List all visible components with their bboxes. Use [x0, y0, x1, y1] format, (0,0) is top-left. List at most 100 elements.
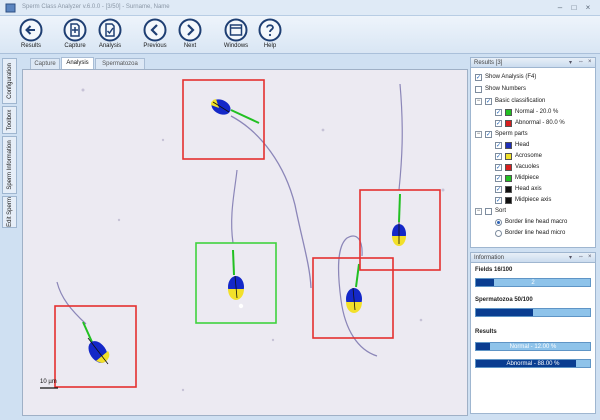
results-panel-title: Results [3]	[474, 60, 503, 66]
checkbox-checked[interactable]: ✓	[495, 164, 502, 171]
midpiece-axis-color-swatch	[505, 197, 512, 204]
abnormal-results-value: Abnormal - 88.00 %	[506, 361, 560, 367]
checkbox-checked[interactable]: ✓	[485, 131, 492, 138]
next-button[interactable]: Next	[168, 18, 212, 53]
side-tab-toolbox[interactable]: Toolbox	[2, 106, 17, 134]
analysis-button[interactable]: Analysis	[88, 18, 132, 53]
spermatozoa-progress-fill	[476, 309, 533, 316]
normal-label: Normal - 20.0 %	[515, 109, 559, 115]
close-icon[interactable]: ×	[588, 59, 592, 65]
capture-icon	[63, 18, 87, 42]
window-icon	[224, 18, 248, 42]
spermatozoa-label: Spermatozoa 50/100	[475, 297, 533, 303]
pin-icon[interactable]: ▾	[569, 254, 572, 261]
information-panel-title: Information	[474, 255, 505, 261]
part-label: Acrosome	[515, 153, 543, 159]
normal-results-bar: Normal - 12.00 %	[475, 342, 591, 351]
maximize-button[interactable]: □	[568, 2, 580, 13]
tab-analysis[interactable]: Analysis	[61, 57, 94, 69]
checkbox-unchecked[interactable]	[475, 86, 482, 93]
help-button[interactable]: Help	[248, 18, 292, 53]
side-tab-sperm-information[interactable]: Sperm Information	[2, 136, 17, 194]
fields-progress-bar: 2	[475, 278, 591, 287]
pin-icon[interactable]: ▾	[569, 59, 572, 66]
part-label: Vacuoles	[515, 164, 540, 170]
results-button-label: Results	[20, 43, 41, 49]
minimize-button[interactable]: –	[554, 2, 566, 13]
abnormal-results-bar: Abnormal - 88.00 %	[475, 359, 591, 368]
part-label: Midpiece axis	[515, 197, 552, 203]
scale-bar-label: 10 µm	[40, 379, 57, 385]
checkbox-checked[interactable]: ✓	[495, 153, 502, 160]
side-tab-configuration[interactable]: Configuration	[2, 58, 17, 104]
spermatozoa-progress-bar	[475, 308, 591, 317]
checkbox-checked[interactable]: ✓	[495, 197, 502, 204]
acrosome-color-swatch	[505, 153, 512, 160]
normal-color-swatch	[505, 109, 512, 116]
normal-results-value: Normal - 12.00 %	[509, 344, 557, 350]
basic-classification-label: Basic classification	[495, 98, 546, 104]
tree-collapse-icon[interactable]: −	[475, 98, 482, 105]
results-panel: Results [3] ▾ ⇔ × ✓ Show Analysis (F4) S…	[470, 57, 596, 248]
microscope-image-view[interactable]: 10 µm	[22, 69, 468, 416]
back-arrow-icon	[19, 18, 43, 42]
checkbox-checked[interactable]: ✓	[495, 186, 502, 193]
help-button-label: Help	[263, 43, 277, 49]
results-panel-header: Results [3] ▾ ⇔ ×	[471, 58, 595, 68]
side-tab-label: Configuration	[6, 63, 13, 99]
chevron-left-icon	[143, 18, 167, 42]
analysis-icon	[98, 18, 122, 42]
checkbox-checked[interactable]: ✓	[495, 142, 502, 149]
show-analysis-label: Show Analysis (F4)	[485, 74, 537, 80]
tree-collapse-icon[interactable]: −	[475, 131, 482, 138]
title-bar: Sperm Class Analyzer v.6.0.0 - [3/50] - …	[0, 0, 600, 16]
document-tabs: Capture Analysis Spermatozoa	[22, 57, 468, 69]
information-panel-header: Information ▾ ⇔ ×	[471, 253, 595, 263]
head-axis-color-swatch	[505, 186, 512, 193]
close-button[interactable]: ×	[582, 2, 594, 13]
side-tab-edit-sperm[interactable]: Edit Sperm	[2, 196, 17, 228]
help-icon	[258, 18, 282, 42]
checkbox-checked[interactable]: ✓	[485, 98, 492, 105]
show-numbers-label: Show Numbers	[485, 86, 527, 92]
fields-progress-value: 2	[531, 280, 535, 286]
analysis-button-label: Analysis	[98, 43, 122, 49]
sort-label: Sort	[495, 208, 507, 214]
tree-collapse-icon[interactable]: −	[475, 208, 482, 215]
tab-label: Capture	[34, 61, 56, 67]
radio-selected[interactable]	[495, 219, 502, 226]
tab-label: Analysis	[66, 60, 89, 66]
fields-label: Fields 16/100	[475, 267, 513, 273]
side-tab-label: Sperm Information	[6, 140, 13, 190]
results-button[interactable]: Results	[9, 18, 53, 53]
results-label: Results	[475, 329, 497, 335]
checkbox-checked[interactable]: ✓	[495, 120, 502, 127]
radio-unselected[interactable]	[495, 230, 502, 237]
checkbox-checked[interactable]: ✓	[495, 109, 502, 116]
app-icon	[5, 3, 16, 13]
part-label: Head	[515, 142, 530, 148]
part-label: Head axis	[515, 186, 542, 192]
tab-spermatozoa[interactable]: Spermatozoa	[95, 58, 145, 69]
dock-icon[interactable]: ⇔	[578, 59, 584, 65]
sort-option-label: Border line head macro	[505, 219, 568, 225]
checkbox-unchecked[interactable]	[485, 208, 492, 215]
side-tab-label: Edit Sperm	[6, 197, 13, 227]
chevron-right-icon	[178, 18, 202, 42]
vacuoles-color-swatch	[505, 164, 512, 171]
checkbox-checked[interactable]: ✓	[495, 175, 502, 182]
information-panel: Information ▾ ⇔ × Fields 16/100 2 Sperma…	[470, 252, 596, 414]
main-toolbar: Results Capture Analysis Previous Next W…	[0, 16, 600, 54]
side-tab-label: Toolbox	[6, 109, 13, 131]
sperm-parts-label: Sperm parts	[495, 131, 528, 137]
microscope-image: 10 µm	[23, 70, 467, 415]
dock-icon[interactable]: ⇔	[578, 254, 584, 260]
tab-label: Spermatozoa	[102, 61, 138, 67]
checkbox-checked[interactable]: ✓	[475, 74, 482, 81]
tab-capture[interactable]: Capture	[30, 58, 60, 69]
sort-option-label: Border line head micro	[505, 230, 566, 236]
abnormal-color-swatch	[505, 120, 512, 127]
next-button-label: Next	[183, 43, 197, 49]
close-icon[interactable]: ×	[588, 254, 592, 260]
midpiece-color-swatch	[505, 175, 512, 182]
